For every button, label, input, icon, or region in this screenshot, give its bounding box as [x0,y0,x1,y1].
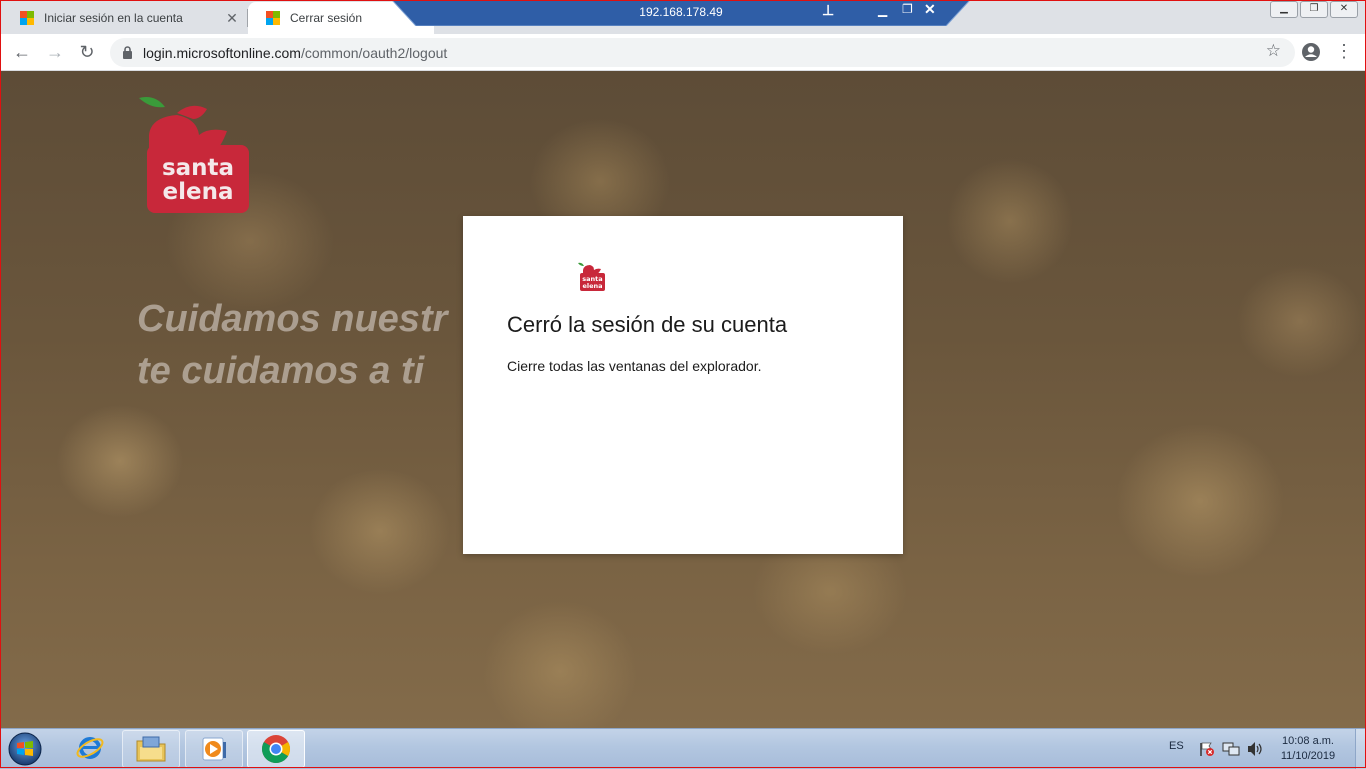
internet-explorer-icon [76,737,104,759]
forward-icon[interactable]: → [41,38,69,66]
tab-strip: Iniciar sesión en la cuenta ✕ Cerrar ses… [0,0,1366,34]
microsoft-logo-icon [20,11,34,25]
restore-icon[interactable]: ❐ [902,2,913,16]
slogan-line1: Cuidamos nuestr [137,298,448,340]
clock-date: 11/10/2019 [1280,750,1336,762]
slogan-line2: te cuidamos a ti [137,350,425,392]
logout-dialog: santa elena Cerró la sesión de su cuenta… [463,216,903,554]
internet-explorer-taskbar-button[interactable] [62,730,118,766]
bookmark-star-icon[interactable]: ☆ [1266,41,1281,61]
minimize-icon[interactable]: ▁ [1270,1,1298,18]
reload-icon[interactable]: ↻ [73,38,101,66]
url-text[interactable]: login.microsoftonline.com/common/oauth2/… [143,45,447,61]
close-icon[interactable]: ✕ [1330,1,1358,18]
back-icon[interactable]: ← [8,38,36,66]
chrome-taskbar-button[interactable] [247,730,305,768]
media-player-icon [202,737,226,761]
window-controls: ▁ ❐ ✕ [1270,1,1358,18]
tab-iniciar-sesion[interactable]: Iniciar sesión en la cuenta ✕ [2,2,248,34]
mini-logo-text-line2: elena [582,282,602,290]
language-indicator[interactable]: ES [1169,740,1184,752]
url-host: login.microsoftonline.com [143,45,301,61]
logout-page: santa elena Cuidamos nuestr te cuidamos … [0,71,1366,728]
profile-icon[interactable] [1300,41,1322,63]
start-button-icon[interactable] [6,731,44,767]
action-center-flag-icon[interactable] [1198,741,1216,757]
slogan: Cuidamos nuestr te cuidamos a ti [137,293,447,397]
menu-dots-icon[interactable]: ⋮ [1334,40,1354,62]
lock-icon [123,46,132,59]
remote-desktop-bar: ⊥ 192.168.178.49 ▁ ❐ ✕ [392,0,970,26]
dialog-message: Cierre todas las ventanas del explorador… [507,358,762,374]
url-path: /common/oauth2/logout [300,45,448,61]
show-desktop-button[interactable] [1355,729,1366,769]
santa-elena-logo: santa elena [139,97,249,213]
network-icon[interactable] [1222,741,1240,757]
volume-icon[interactable] [1246,741,1264,757]
media-player-taskbar-button[interactable] [185,730,243,768]
system-clock[interactable]: 10:08 a.m. 11/10/2019 [1268,734,1348,764]
restore-icon[interactable]: ❐ [1300,1,1328,18]
logo-text-line1: santa [162,155,234,181]
tab-close-icon[interactable]: ✕ [222,10,242,27]
taskbar: ES 10:08 a.m. 11/10/2019 [0,728,1366,769]
microsoft-logo-icon [266,11,280,25]
minimize-icon[interactable]: ▁ [878,3,887,17]
dialog-title: Cerró la sesión de su cuenta [507,312,788,337]
file-explorer-taskbar-button[interactable] [122,730,180,768]
clock-time: 10:08 a.m. [1282,735,1334,747]
logo-text-line2: elena [163,179,234,205]
santa-elena-mini-logo: santa elena [578,262,605,291]
close-icon[interactable]: ✕ [924,1,936,18]
chrome-icon [262,735,290,763]
address-bar[interactable]: login.microsoftonline.com/common/oauth2/… [110,38,1295,67]
browser-toolbar: ← → ↻ login.microsoftonline.com/common/o… [0,34,1366,71]
folder-icon [136,736,166,762]
tab-title: Iniciar sesión en la cuenta [44,11,183,25]
